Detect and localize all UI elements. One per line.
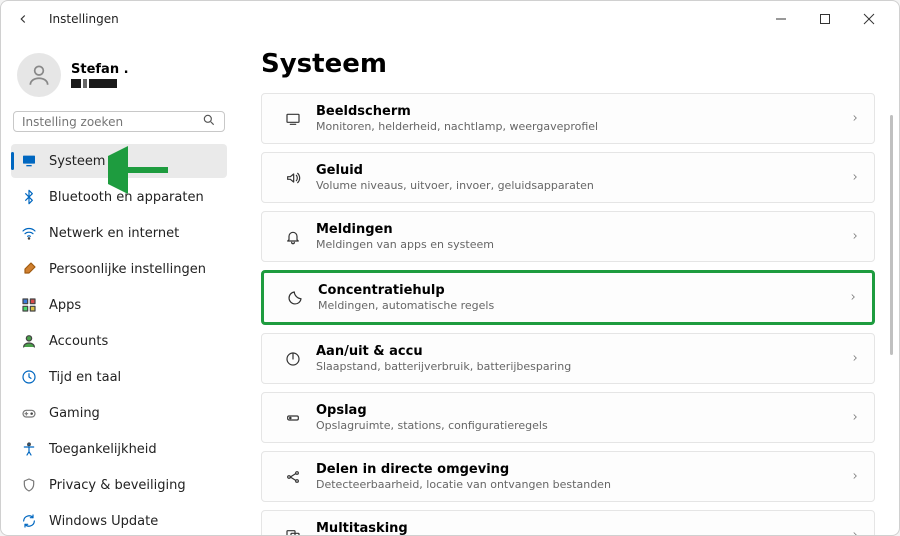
settings-card-power[interactable]: Aan/uit & accuSlaapstand, batterijverbru… bbox=[261, 333, 875, 384]
chevron-right-icon bbox=[850, 352, 860, 366]
settings-card-sound[interactable]: GeluidVolume niveaus, uitvoer, invoer, g… bbox=[261, 152, 875, 203]
chevron-right-icon bbox=[850, 230, 860, 244]
display-icon bbox=[276, 111, 310, 127]
sidebar-item-label: Tijd en taal bbox=[49, 370, 121, 385]
card-title: Delen in directe omgeving bbox=[316, 462, 842, 477]
bell-icon bbox=[276, 229, 310, 245]
sidebar-item-clock[interactable]: Tijd en taal bbox=[11, 360, 227, 394]
sidebar-item-gamepad[interactable]: Gaming bbox=[11, 396, 227, 430]
settings-window: Instellingen Stefan . bbox=[0, 0, 900, 536]
sidebar-item-bluetooth[interactable]: Bluetooth en apparaten bbox=[11, 180, 227, 214]
card-subtitle: Opslagruimte, stations, configuratierege… bbox=[316, 419, 842, 432]
share-icon bbox=[276, 469, 310, 485]
apps-icon bbox=[21, 297, 37, 313]
card-subtitle: Slaapstand, batterijverbruik, batterijbe… bbox=[316, 360, 842, 373]
card-subtitle: Meldingen van apps en systeem bbox=[316, 238, 842, 251]
moon-icon bbox=[278, 290, 312, 306]
gamepad-icon bbox=[21, 405, 37, 421]
main-panel: Systeem BeeldschermMonitoren, helderheid… bbox=[237, 37, 899, 535]
sidebar-item-label: Netwerk en internet bbox=[49, 226, 179, 241]
sidebar-item-label: Gaming bbox=[49, 406, 100, 421]
back-button[interactable] bbox=[9, 5, 37, 33]
sidebar-item-label: Systeem bbox=[49, 154, 105, 169]
sidebar-item-person[interactable]: Accounts bbox=[11, 324, 227, 358]
card-subtitle: Monitoren, helderheid, nachtlamp, weerga… bbox=[316, 120, 842, 133]
sidebar-item-label: Privacy & beveiliging bbox=[49, 478, 186, 493]
sidebar-item-brush[interactable]: Persoonlijke instellingen bbox=[11, 252, 227, 286]
sidebar-nav: Systeem Bluetooth en apparaten Netwerk en … bbox=[11, 144, 227, 535]
accessibility-icon bbox=[21, 441, 37, 457]
search-icon bbox=[202, 112, 216, 131]
search-input[interactable] bbox=[22, 115, 202, 129]
user-block[interactable]: Stefan . bbox=[11, 45, 227, 111]
user-email bbox=[71, 79, 129, 88]
maximize-button[interactable] bbox=[803, 3, 847, 35]
brush-icon bbox=[21, 261, 37, 277]
sidebar-item-accessibility[interactable]: Toegankelijkheid bbox=[11, 432, 227, 466]
search-box[interactable] bbox=[13, 111, 225, 132]
sidebar-item-apps[interactable]: Apps bbox=[11, 288, 227, 322]
window-controls bbox=[759, 3, 891, 35]
card-list: BeeldschermMonitoren, helderheid, nachtl… bbox=[261, 93, 875, 535]
sidebar-item-label: Windows Update bbox=[49, 514, 158, 529]
settings-card-bell[interactable]: MeldingenMeldingen van apps en systeem bbox=[261, 211, 875, 262]
sidebar-item-label: Accounts bbox=[49, 334, 108, 349]
clock-icon bbox=[21, 369, 37, 385]
person-icon bbox=[21, 333, 37, 349]
storage-icon bbox=[276, 410, 310, 426]
settings-card-moon[interactable]: ConcentratiehulpMeldingen, automatische … bbox=[261, 270, 875, 325]
sidebar-item-sync[interactable]: Windows Update bbox=[11, 504, 227, 535]
card-title: Multitasking bbox=[316, 521, 842, 535]
sidebar-item-label: Apps bbox=[49, 298, 81, 313]
card-subtitle: Volume niveaus, uitvoer, invoer, geluids… bbox=[316, 179, 842, 192]
sidebar-item-label: Toegankelijkheid bbox=[49, 442, 157, 457]
avatar bbox=[17, 53, 61, 97]
chevron-right-icon bbox=[850, 112, 860, 126]
chevron-right-icon bbox=[850, 171, 860, 185]
chevron-right-icon bbox=[848, 291, 858, 305]
chevron-right-icon bbox=[850, 411, 860, 425]
card-title: Meldingen bbox=[316, 222, 842, 237]
multitask-icon bbox=[276, 528, 310, 536]
sidebar-item-shield[interactable]: Privacy & beveiliging bbox=[11, 468, 227, 502]
wifi-icon bbox=[21, 225, 37, 241]
card-subtitle: Detecteerbaarheid, locatie van ontvangen… bbox=[316, 478, 842, 491]
card-title: Concentratiehulp bbox=[318, 283, 840, 298]
sound-icon bbox=[276, 170, 310, 186]
chevron-right-icon bbox=[850, 529, 860, 536]
sidebar: Stefan . Systeem Bluetooth en apparaten Ne… bbox=[1, 37, 237, 535]
user-name: Stefan . bbox=[71, 62, 129, 77]
settings-card-storage[interactable]: OpslagOpslagruimte, stations, configurat… bbox=[261, 392, 875, 443]
minimize-button[interactable] bbox=[759, 3, 803, 35]
titlebar: Instellingen bbox=[1, 1, 899, 37]
card-title: Beeldscherm bbox=[316, 104, 842, 119]
close-button[interactable] bbox=[847, 3, 891, 35]
settings-card-display[interactable]: BeeldschermMonitoren, helderheid, nachtl… bbox=[261, 93, 875, 144]
monitor-icon bbox=[21, 153, 37, 169]
settings-card-share[interactable]: Delen in directe omgevingDetecteerbaarhe… bbox=[261, 451, 875, 502]
shield-icon bbox=[21, 477, 37, 493]
card-subtitle: Meldingen, automatische regels bbox=[318, 299, 840, 312]
settings-card-multitask[interactable]: MultitaskingVensters vastmaken, bureaubl… bbox=[261, 510, 875, 535]
card-title: Opslag bbox=[316, 403, 842, 418]
chevron-right-icon bbox=[850, 470, 860, 484]
sidebar-item-label: Persoonlijke instellingen bbox=[49, 262, 206, 277]
sidebar-item-monitor[interactable]: Systeem bbox=[11, 144, 227, 178]
sync-icon bbox=[21, 513, 37, 529]
bluetooth-icon bbox=[21, 189, 37, 205]
card-title: Aan/uit & accu bbox=[316, 344, 842, 359]
scrollbar[interactable] bbox=[890, 115, 893, 355]
sidebar-item-wifi[interactable]: Netwerk en internet bbox=[11, 216, 227, 250]
window-title: Instellingen bbox=[49, 12, 119, 26]
page-title: Systeem bbox=[261, 49, 875, 79]
card-title: Geluid bbox=[316, 163, 842, 178]
sidebar-item-label: Bluetooth en apparaten bbox=[49, 190, 204, 205]
power-icon bbox=[276, 351, 310, 367]
